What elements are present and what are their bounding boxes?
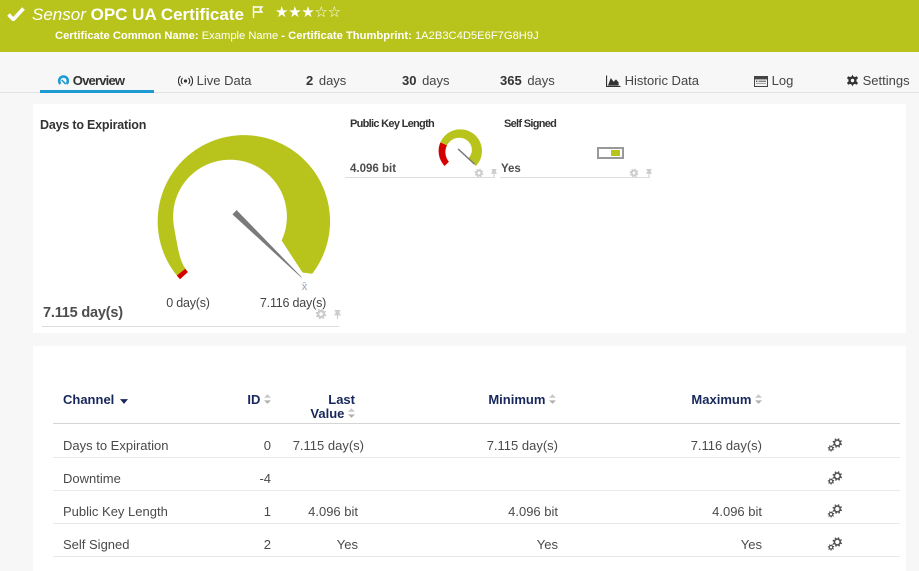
svg-text:x̄: x̄ [302,281,308,293]
